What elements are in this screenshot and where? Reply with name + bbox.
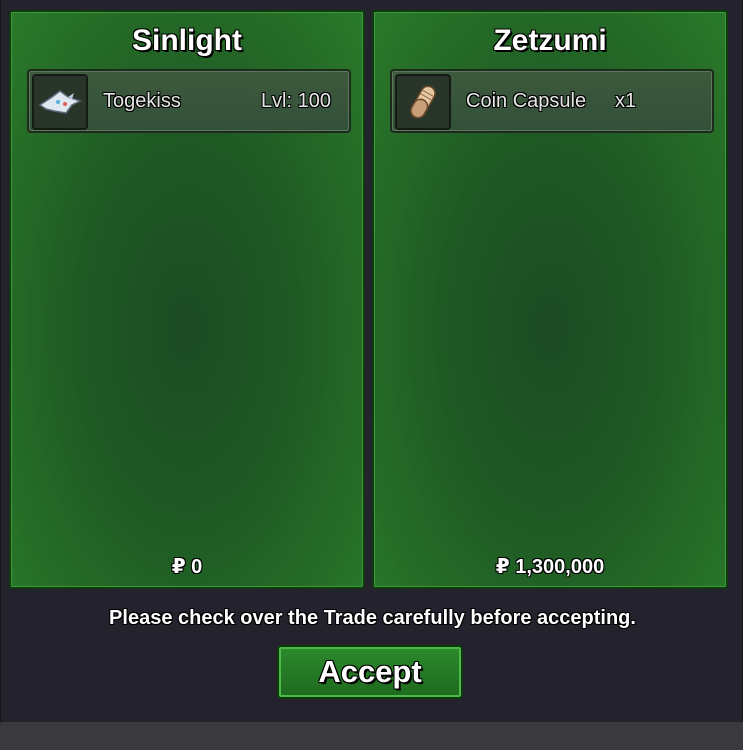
pokemon-name: Togekiss — [103, 90, 181, 112]
pokemon-level: Lvl: 100 — [260, 90, 331, 112]
money-amount: ₽ 0 — [171, 556, 203, 578]
togekiss-sprite-icon — [32, 74, 88, 130]
trade-slot-item[interactable]: Coin Capsule x1 — [390, 69, 714, 133]
trade-panel-zetzumi: Zetzumi Coin Capsule x1 ₽ 1,300,000 — [372, 10, 728, 589]
trade-notice: Please check over the Trade carefully be… — [109, 607, 636, 629]
item-name: Coin Capsule — [466, 90, 587, 112]
money-amount: ₽ 1,300,000 — [495, 556, 605, 578]
item-quantity: x1 — [615, 90, 637, 112]
accept-button[interactable]: Accept — [277, 645, 463, 699]
trade-window: Sinlight Togekiss Lvl: 100 ₽ 0 Zetzumi C… — [0, 0, 743, 722]
player-name: Sinlight — [132, 24, 242, 57]
coin-capsule-icon — [395, 74, 451, 130]
trade-slot-pokemon[interactable]: Togekiss Lvl: 100 — [27, 69, 351, 133]
player-name: Zetzumi — [493, 24, 607, 57]
trade-panel-sinlight: Sinlight Togekiss Lvl: 100 ₽ 0 — [9, 10, 365, 589]
bottom-strip — [0, 722, 743, 750]
